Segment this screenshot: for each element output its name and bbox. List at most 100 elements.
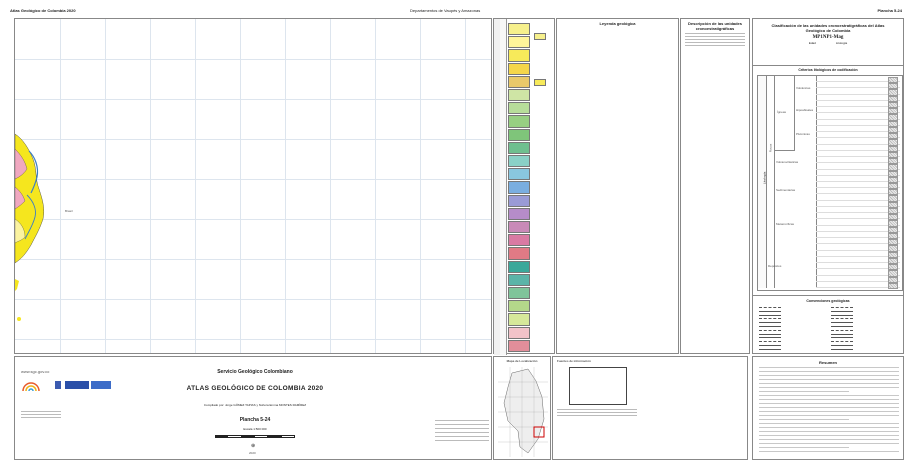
country-label: Brasil: [65, 209, 73, 213]
chrono-unit-box: [508, 75, 530, 88]
chrono-unit-box: [508, 300, 530, 313]
chrono-unit-box: [508, 313, 530, 326]
resumen-line: [759, 383, 899, 384]
lithology-pattern-swatch: [888, 282, 898, 289]
convention-symbol: [759, 322, 781, 324]
chrono-unit-box: [508, 62, 530, 75]
resumen-title: Resumen: [818, 360, 837, 365]
chrono-unit-box: [508, 155, 530, 168]
convenciones-list: [759, 307, 899, 353]
header-bar: Atlas Geológico de Colombia 2020 Departa…: [10, 6, 902, 16]
convention-symbol: [831, 345, 853, 346]
summary-panel: Resumen: [752, 356, 904, 460]
resumen-line: [759, 419, 849, 420]
convention-symbol: [759, 314, 781, 316]
era-label: Edad: [808, 41, 816, 45]
resumen-line: [759, 439, 899, 440]
chrono-unit-box: [508, 273, 530, 286]
convention-symbol: [831, 322, 853, 324]
convention-symbol: [759, 329, 781, 331]
row-volcanoclasticas: Volcanoclásticas: [776, 160, 799, 164]
resumen-line: [759, 375, 899, 376]
row-sedimentarias: Sedimentarias: [776, 188, 796, 192]
plancha-label: Plancha 5-24: [239, 417, 271, 423]
example-code: MP1NP1-Mag: [812, 35, 844, 40]
criteria-row: [816, 282, 900, 289]
chrono-unit-box: [508, 194, 530, 207]
geologic-map[interactable]: Brasil: [14, 18, 492, 354]
chrono-unit-box: [508, 260, 530, 273]
convention-symbol: [831, 318, 853, 320]
convention-symbol: [759, 326, 781, 327]
chrono-unit-box: [508, 102, 530, 115]
resumen-line: [759, 451, 899, 452]
sources-title: Fuentes de información: [557, 359, 591, 363]
chrono-unit-box: [508, 247, 530, 260]
metadata-notes: [435, 417, 489, 457]
convention-symbol: [831, 348, 853, 350]
resumen-line: [759, 415, 899, 416]
convention-symbol: [759, 348, 781, 350]
north-arrow-icon: ⊕: [251, 443, 256, 449]
litho-label: Litología: [835, 41, 848, 45]
resumen-line: [759, 407, 899, 408]
convention-symbol: [831, 337, 853, 339]
title-block: www.sgc.gov.co Servicio Geológico Colomb…: [14, 356, 492, 460]
resumen-line: [759, 443, 899, 444]
resumen-line: [759, 447, 849, 448]
unit-descriptions: Descripción de las unidades cronoestrati…: [680, 18, 750, 354]
chrono-unit-box: [508, 234, 530, 247]
minenergia-badge: [65, 381, 89, 389]
row-hipoabisales: Hipoabisales: [796, 108, 814, 112]
loc-title: Mapa de Localización: [506, 359, 538, 363]
resumen-line: [759, 379, 899, 380]
chrono-unit-box: [508, 49, 530, 62]
convention-symbol: [831, 329, 853, 331]
chrono-column: [493, 18, 555, 355]
row-volcanicas: Volcánicas: [796, 86, 811, 90]
gov-badge: [91, 381, 111, 389]
resumen-line: [759, 367, 899, 368]
chrono-units: [508, 23, 530, 353]
rocas-label: Rocas: [768, 143, 773, 153]
chrono-unit-box: [508, 141, 530, 154]
row-metamorficas: Metamórficas: [776, 222, 795, 226]
resumen-line: [759, 403, 899, 404]
chrono-unit-box: [508, 36, 530, 49]
atlas-header-title: Atlas Geológico de Colombia 2020: [10, 8, 76, 13]
atlas-title: ATLAS GEOLÓGICO DE COLOMBIA 2020: [186, 385, 324, 392]
sgc-logo: [21, 379, 51, 393]
chrono-unit-box: [508, 326, 530, 339]
scale-bar: [215, 435, 295, 438]
resumen-line: [759, 387, 899, 388]
compiled-by: Compilado por: Jorge GÓMEZ TAPIAS y Noho…: [203, 403, 307, 407]
convention-symbol: [831, 314, 853, 316]
criteria-title: Criterios litológicos de codificación: [798, 68, 858, 72]
classif-title: Clasificación de las unidades cronoestra…: [771, 23, 885, 33]
chrono-unit-box: [508, 221, 530, 234]
sources-panel: Fuentes de información: [552, 356, 748, 460]
location-map: Mapa de Localización: [493, 356, 551, 460]
convention-symbol: [831, 341, 853, 343]
resumen-line: [759, 435, 899, 436]
resumen-text: [759, 367, 899, 457]
resumen-line: [759, 431, 899, 432]
chrono-unit-box: [508, 23, 530, 36]
chrono-unit-box: [508, 168, 530, 181]
convention-symbol: [759, 333, 781, 335]
convention-symbol: [759, 337, 781, 339]
convention-symbol: [759, 345, 781, 346]
convention-symbol: [759, 318, 781, 320]
region-header: Departamentos de Vaupés y Amazonas: [410, 8, 481, 13]
resumen-line: [759, 423, 899, 424]
colombia-index-map: [498, 367, 548, 457]
chrono-unit-box: [508, 339, 530, 352]
chrono-unit-box: [508, 287, 530, 300]
chrono-unit-box: [508, 181, 530, 194]
website-link[interactable]: www.sgc.gov.co: [21, 369, 49, 374]
convention-symbol: [831, 310, 853, 312]
resumen-line: [759, 391, 849, 392]
resumen-line: [759, 411, 899, 412]
geologic-units: [15, 133, 44, 321]
ignea-label: Ígneas: [777, 110, 787, 114]
